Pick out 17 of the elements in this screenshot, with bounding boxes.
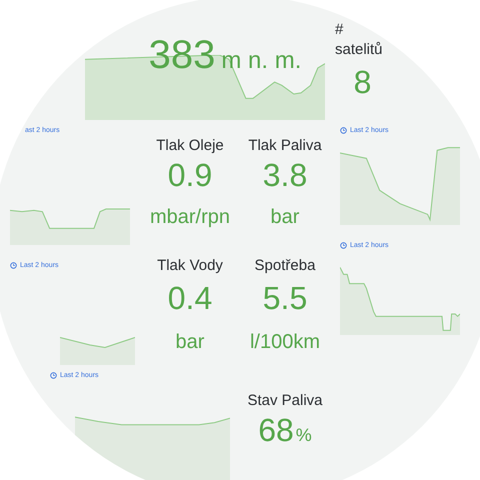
stat-value: 0.9 xyxy=(168,159,212,191)
stat-unit: bar xyxy=(176,331,204,354)
stat-value: 0.4 xyxy=(168,282,212,314)
stat-unit: % xyxy=(296,425,312,446)
stat-title: Stav Paliva xyxy=(247,392,323,408)
stat-unit: mbar/rpn xyxy=(150,206,230,229)
stat-value: 68 xyxy=(258,414,294,446)
stat-value: 5.5 xyxy=(262,282,308,314)
stat-title: Tlak Paliva xyxy=(248,136,322,154)
stat-unit: l/100km xyxy=(250,331,320,354)
stat-value: 3.8 xyxy=(262,159,308,191)
stat-title: Tlak Oleje xyxy=(156,136,224,154)
stat-title: Tlak Vody xyxy=(157,256,223,274)
satellites-value: 8 xyxy=(354,64,372,101)
stat-title: Spotřeba xyxy=(254,256,316,274)
satellites-title: # satelitů xyxy=(335,20,384,60)
stat-unit: bar xyxy=(270,206,300,229)
